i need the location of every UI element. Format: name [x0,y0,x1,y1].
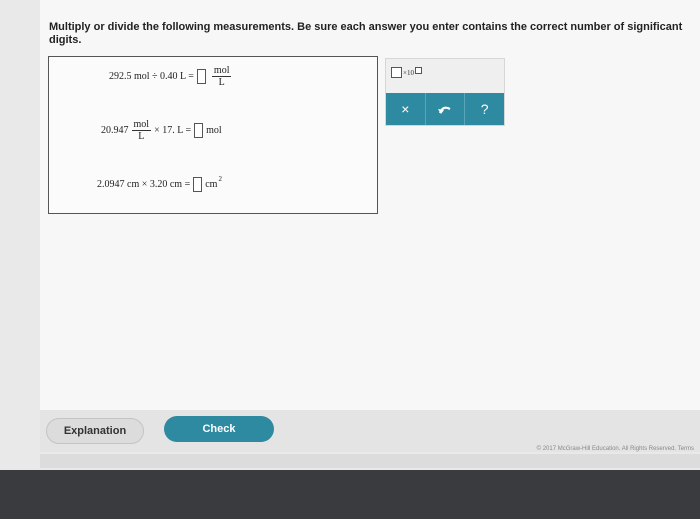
problem-1-unit: mol L [211,65,232,88]
tool-button-bar: × ? [386,93,504,125]
scientific-notation-button[interactable]: ×10 [391,67,422,78]
question-page: Multiply or divide the following measure… [40,0,700,410]
unit-numerator: mol [131,119,152,131]
answer-1-input[interactable] [196,69,206,84]
copyright-text: © 2017 McGraw-Hill Education. All Rights… [536,446,694,452]
problem-3-answer-unit: cm [205,179,218,190]
help-icon: ? [480,101,489,117]
bottom-bar [40,454,700,468]
sci-label: ×10 [403,69,414,77]
check-button[interactable]: Check [164,416,274,442]
problem-3-expression: 2.0947 cm × 3.20 cm = [97,179,191,190]
mantissa-box-icon [391,67,402,78]
undo-icon [438,106,451,114]
screen: Multiply or divide the following measure… [0,0,700,470]
problem-2-coefficient: 20.947 [101,125,129,136]
problem-3-exponent: 2 [218,174,222,183]
problem-3: 2.0947 cm × 3.20 cm = cm 2 [97,174,222,192]
answer-2-input[interactable] [194,123,204,138]
answer-3-input[interactable] [193,177,203,192]
undo-button[interactable] [426,93,466,125]
problem-1-expression: 292.5 mol ÷ 0.40 L = [109,71,194,82]
close-icon: × [401,101,410,117]
instructions: Multiply or divide the following measure… [49,21,683,46]
exponent-box-icon [414,67,422,74]
problem-2-unit: mol L [131,119,152,142]
problem-2-expression: × 17. L = [154,125,192,136]
unit-denominator: L [138,131,145,142]
problem-2: 20.947 mol L × 17. L = mol [101,119,222,142]
clear-button[interactable]: × [386,93,426,125]
problem-1: 292.5 mol ÷ 0.40 L = mol L [109,65,234,88]
unit-numerator: mol [211,65,232,77]
problems-box: 292.5 mol ÷ 0.40 L = mol L 20.947 mol L … [48,56,378,214]
help-button[interactable]: ? [465,93,504,125]
math-tool-panel: ×10 × ? [385,58,505,126]
problem-2-answer-unit: mol [206,125,222,136]
explanation-button[interactable]: Explanation [46,418,144,444]
unit-denominator: L [218,77,225,88]
